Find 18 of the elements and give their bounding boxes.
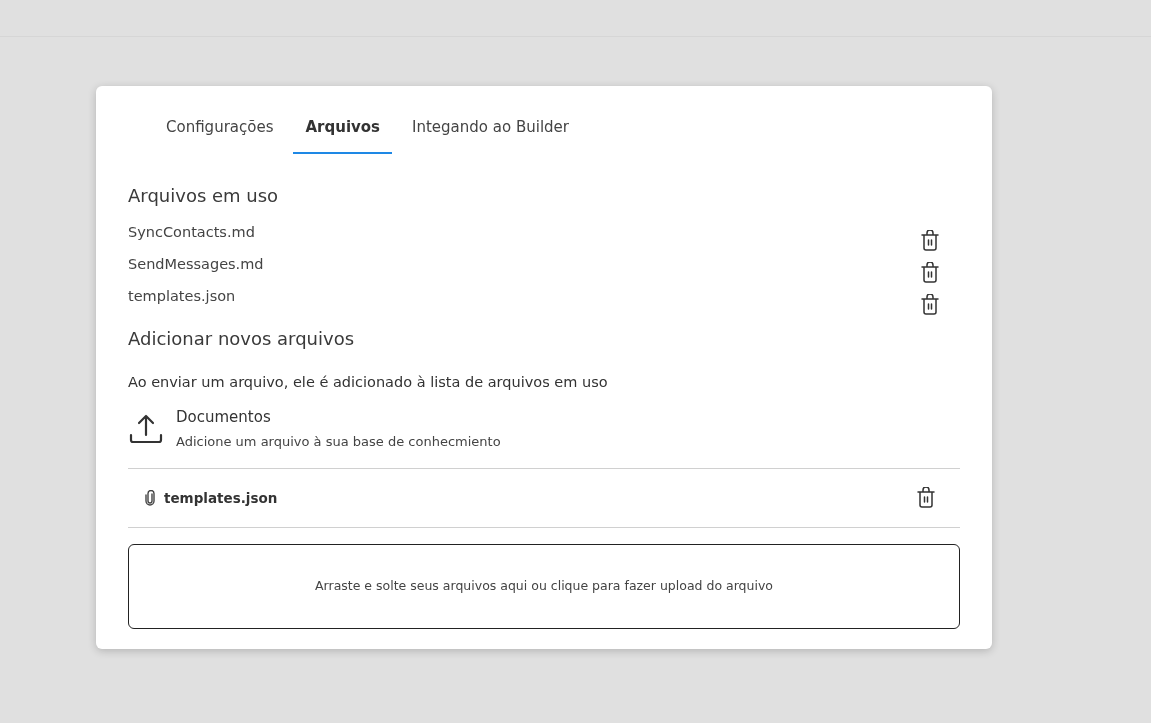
- delete-icon[interactable]: [920, 230, 940, 252]
- description-text: Ao enviar um arquivo, ele é adicionado à lista de arquivos em uso: [128, 373, 609, 392]
- tab[interactable]: Arquivos: [293, 102, 393, 154]
- upload-subtitle: Adicione um arquivo à sua base de conhecmiento: [176, 433, 501, 452]
- file-name: templates.json: [128, 287, 236, 307]
- paperclip-icon: [144, 489, 156, 506]
- tab[interactable]: Configurações: [154, 102, 286, 154]
- file-name: SendMessages.md: [128, 255, 264, 275]
- section-title: Arquivos em uso: [128, 184, 280, 208]
- delete-icon[interactable]: [920, 294, 940, 316]
- file-name: SyncContacts.md: [128, 223, 255, 243]
- delete-icon[interactable]: [920, 262, 940, 284]
- tab[interactable]: Integando ao Builder: [400, 102, 581, 154]
- attached-file-name: templates.json: [164, 488, 278, 508]
- upload-title: Documentos: [176, 406, 272, 428]
- section-title: Adicionar novos arquivos: [128, 327, 356, 351]
- delete-icon[interactable]: [916, 486, 936, 509]
- dropzone[interactable]: Arraste e solte seus arquivos aqui ou clique para fazer upload do arquivo: [128, 543, 960, 629]
